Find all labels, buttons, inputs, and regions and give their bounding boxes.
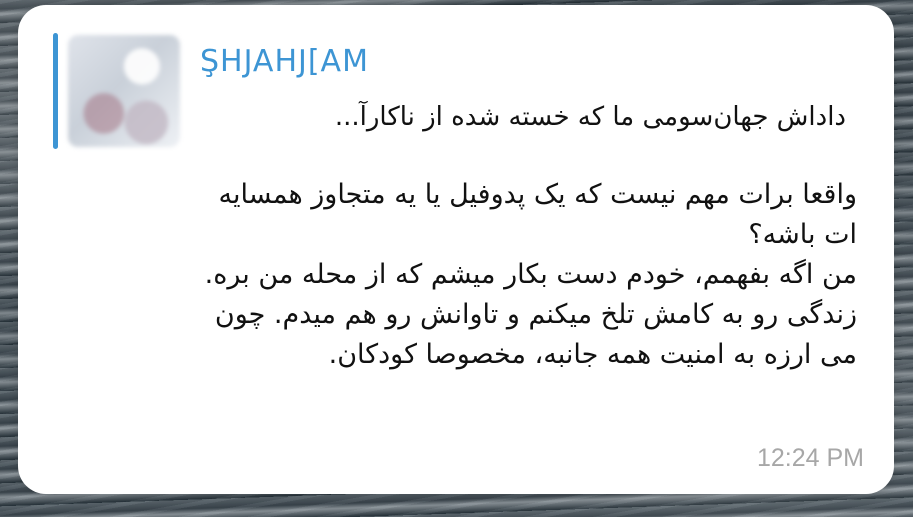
message-line-5: می ارزه به امنیت همه جانبه، مخصوصا کودکا… (328, 338, 857, 370)
reply-preview-text[interactable]: داداش جهان‌سومی ما که خسته شده از ناکارآ… (200, 101, 846, 134)
message-text: واقعا برات مهم نیست که یک پدوفیل یا یه م… (50, 175, 857, 375)
message-line-3: من اگه بفهمم، خودم دست بکار میشم که از م… (204, 258, 857, 290)
message-line-1: واقعا برات مهم نیست که یک پدوفیل یا یه م… (218, 179, 857, 210)
message-bubble: ŞHJAHJ[AM داداش جهان‌سومی ما که خسته شده… (18, 5, 894, 494)
message-line-2: ات باشه؟ (748, 218, 857, 250)
reply-thumbnail-image[interactable] (68, 35, 180, 147)
reply-author-name[interactable]: ŞHJAHJ[AM (200, 47, 369, 77)
reply-indicator-bar (53, 33, 58, 149)
message-time: 12:24 PM (756, 444, 864, 472)
message-line-4: زندگی رو به کامش تلخ میکنم و تاوانش رو ه… (214, 298, 857, 330)
